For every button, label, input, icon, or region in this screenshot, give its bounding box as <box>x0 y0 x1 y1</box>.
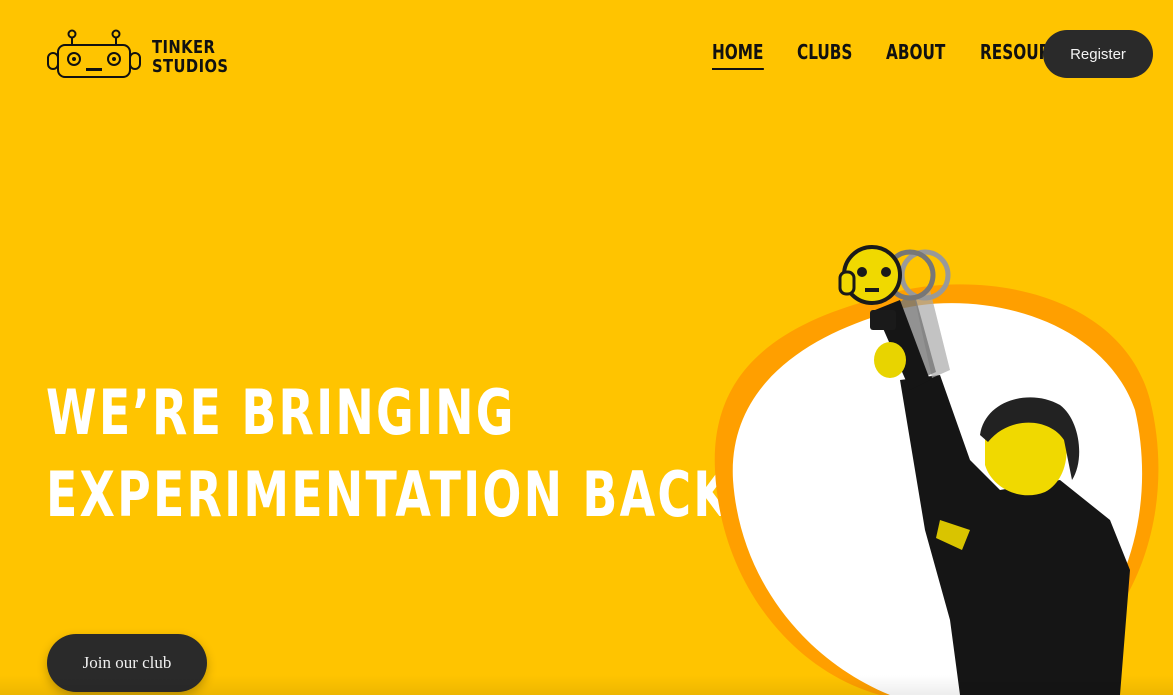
logo-wordmark: TINKER STUDIOS <box>152 38 228 76</box>
site-header: TINKER STUDIOS HOME CLUBS ABOUT RESOURCE… <box>0 0 1173 110</box>
bottom-shadow <box>0 675 1173 695</box>
logo-line-1: TINKER <box>152 37 216 58</box>
nav-clubs[interactable]: CLUBS <box>797 40 852 70</box>
hero-headline-line-2: EXPERIMENTATION BACK <box>46 458 731 531</box>
nav-home[interactable]: HOME <box>712 40 764 70</box>
child-with-toy-photo <box>714 245 1159 695</box>
site-logo[interactable]: TINKER STUDIOS <box>46 27 236 83</box>
hero-headline: WE’RE BRINGING EXPERIMENTATION BACK <box>46 372 731 536</box>
register-button[interactable]: Register <box>1043 30 1153 78</box>
robot-head-icon <box>47 29 141 78</box>
nav-about[interactable]: ABOUT <box>886 40 945 70</box>
hero-headline-line-1: WE’RE BRINGING <box>46 376 516 449</box>
logo-line-2: STUDIOS <box>152 56 229 77</box>
